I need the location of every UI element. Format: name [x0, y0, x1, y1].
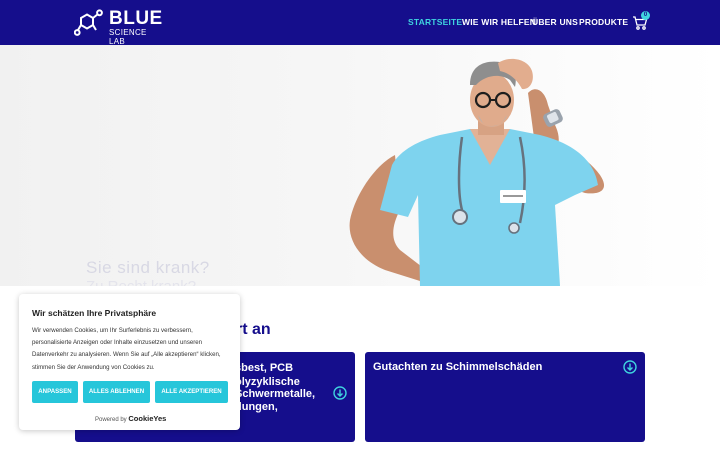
powered-by-label: Powered by [95, 417, 127, 423]
arrow-down-circle-icon[interactable] [333, 386, 347, 400]
site-header: BLUE SCIENCE LAB STARTSEITE WIE WIR HELF… [0, 0, 720, 46]
nav-startseite[interactable]: STARTSEITE [408, 17, 462, 31]
hero-headline: Sie sind krank? [86, 258, 210, 277]
doctor-hero-image [349, 58, 605, 286]
customize-button[interactable]: ANPASSEN [32, 381, 78, 403]
nav-produkte[interactable]: PRODUKTE [579, 17, 628, 31]
page: BLUE SCIENCE LAB STARTSEITE WIE WIR HELF… [0, 0, 720, 450]
molecule-logo-icon [74, 9, 103, 36]
cookie-consent-banner: Wir schätzen Ihre Privatsphäre Wir verwe… [19, 294, 240, 430]
card-title-line: sbest, PCB [235, 362, 294, 374]
cookie-title: Wir schätzen Ihre Privatsphäre [32, 308, 157, 318]
site-logo[interactable]: BLUE SCIENCE LAB [74, 7, 164, 46]
section-title: rt an [236, 321, 271, 338]
arrow-down-circle-icon[interactable] [623, 360, 637, 374]
nav-wie-wir-helfen[interactable]: WIE WIR HELFEN [462, 17, 536, 31]
nav-ueber-uns[interactable]: ÜBER UNS [532, 17, 578, 31]
logo-title: BLUE [109, 8, 163, 29]
cookieyes-logo: CookieYes [128, 414, 167, 423]
card-title-line: Schwermetalle, [235, 388, 316, 400]
logo-subtitle: SCIENCE LAB [109, 28, 147, 46]
reject-all-button[interactable]: ALLES ABLEHNEN [83, 381, 150, 403]
card-title-line: dungen, [235, 401, 278, 413]
card-title: Gutachten zu Schimmelschäden [373, 361, 543, 373]
cart-count-badge: 0 [641, 11, 650, 20]
hero-banner: Sie sind krank? Zu Recht krank? [0, 45, 720, 286]
cookie-description: Wir verwenden Cookies, um Ihr Surferlebn… [32, 327, 221, 371]
service-card-mold[interactable]: Gutachten zu Schimmelschäden [365, 352, 645, 442]
powered-by[interactable]: Powered by CookieYes [95, 414, 166, 423]
hero-subline: Zu Recht krank? [86, 278, 196, 286]
accept-all-button[interactable]: ALLE AKZEPTIEREN [155, 381, 228, 403]
